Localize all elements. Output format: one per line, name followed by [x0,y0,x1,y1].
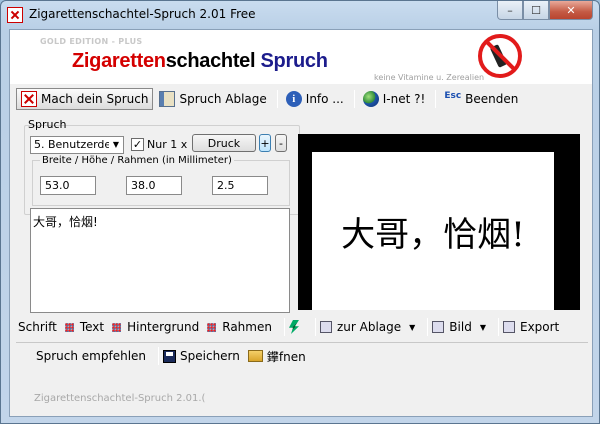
width-field[interactable]: 53.0 [40,176,96,195]
print-button[interactable]: Druck [192,134,256,152]
spruch-group-label: Spruch [28,118,67,131]
toolbar-separator [314,318,316,336]
export-label: Export [519,320,560,334]
menu-label: Beenden [465,92,519,106]
chevron-down-icon[interactable]: ▼ [409,323,415,332]
palette-icon [112,322,122,332]
text-label: Text [79,320,105,334]
plus-button[interactable]: + [259,134,271,152]
image-icon [432,321,445,333]
logo-part-spruch: Spruch [255,50,328,72]
window-title: Zigarettenschachtel-Spruch 2.01 Free [29,7,256,21]
globe-icon [362,91,379,107]
bild-button[interactable]: Bild ▼ [432,320,486,334]
edition-label: GOLD EDITION - PLUS [40,37,143,46]
esc-icon: Esc [444,91,462,101]
toolbar-separator [276,90,278,108]
schrift-label: Schrift [18,320,57,334]
menu-mach-dein-spruch[interactable]: Mach dein Spruch [16,88,154,110]
no-smoking-icon [478,34,522,78]
preview-frame: 大哥，恰烟! [298,134,580,310]
height-field[interactable]: 38.0 [126,176,182,195]
save-button[interactable]: Speichern [163,349,240,363]
main-toolbar: Mach dein Spruch Spruch Ablage i Info ..… [16,88,524,110]
folder-open-icon [247,350,263,362]
floppy-disk-icon [163,349,177,363]
background-color-button[interactable]: Hintergrund [112,320,199,334]
frame-color-button[interactable]: Rahmen [207,320,272,334]
info-icon: i [285,91,302,107]
chevron-down-icon[interactable]: ▼ [480,323,486,332]
dimensions-label: Breite / Höhe / Rahmen (in Millimeter) [40,155,234,166]
menu-label: Spruch Ablage [179,92,267,106]
cigarette-icon [21,91,37,107]
lightning-icon[interactable] [288,320,299,334]
preview-text: 大哥，恰烟! [312,152,554,310]
toolbar-separator [353,90,355,108]
logo-part-schachtel: schachtel [165,50,256,72]
logo-part-zigaretten: Zigaretten [72,50,166,72]
toolbar-separator [158,347,160,365]
toolbar-separator [435,90,437,108]
frame-field[interactable]: 2.5 [212,176,268,195]
minus-button[interactable]: - [275,134,287,152]
archive-icon [319,321,332,333]
bottom-toolbar: Spruch empfehlen Speichern 鑻fnen [36,347,314,365]
minimize-button[interactable]: – [497,1,523,20]
nur-1x-label[interactable]: Nur 1 x [147,138,187,151]
format-toolbar: Schrift Text Hintergrund Rahmen zur Abla… [18,317,592,337]
open-label: 鑻fnen [266,349,306,364]
rahmen-label: Rahmen [222,320,272,334]
zur-ablage-label: zur Ablage [336,320,402,334]
prohibition-slash [484,39,518,73]
nur-1x-checkbox[interactable]: ✓ [131,138,144,151]
preset-select[interactable]: 5. Benutzerdefir ▼ [30,136,124,154]
empfehlen-button[interactable]: Spruch empfehlen [36,349,146,363]
menu-label: I-net ?! [382,92,426,106]
divider [16,342,588,343]
bild-label: Bild [449,320,472,334]
text-color-button[interactable]: Text [64,320,105,334]
menu-label: Info ... [305,92,344,106]
version-label: Zigarettenschachtel-Spruch 2.01.( [34,393,206,404]
empfehlen-label: Spruch empfehlen [36,349,147,363]
tagline: keine Vitamine u. Zerealien [374,73,485,82]
app-icon [7,7,23,23]
menu-label: Mach dein Spruch [41,92,149,106]
palette-icon [64,322,74,332]
menu-info[interactable]: i Info ... [282,88,348,110]
export-icon [502,321,515,333]
spruch-text-input[interactable]: 大哥，恰烟! [30,208,290,313]
app-logo: Zigarettenschachtel Spruch [72,50,328,73]
maximize-button[interactable]: ☐ [523,1,549,20]
toolbar-separator [497,318,499,336]
toolbar-separator [283,318,285,336]
zur-ablage-button[interactable]: zur Ablage ▼ [319,320,415,334]
banner: GOLD EDITION - PLUS Zigarettenschachtel … [10,30,592,84]
palette-icon [207,322,217,332]
title-bar[interactable]: Zigarettenschachtel-Spruch 2.01 Free – ☐… [1,1,599,29]
hintergrund-label: Hintergrund [127,320,200,334]
toolbar-separator [427,318,429,336]
open-button[interactable]: 鑻fnen [247,348,306,365]
chevron-down-icon[interactable]: ▼ [109,137,123,153]
client-area: GOLD EDITION - PLUS Zigarettenschachtel … [9,29,593,417]
app-window: Zigarettenschachtel-Spruch 2.01 Free – ☐… [0,0,600,424]
window-controls: – ☐ ✕ [497,1,593,21]
menu-beenden[interactable]: Esc Beenden [440,88,522,110]
menu-i-net[interactable]: I-net ?! [359,88,430,110]
menu-spruch-ablage[interactable]: Spruch Ablage [155,88,270,110]
book-icon [159,91,176,107]
close-button[interactable]: ✕ [549,1,593,20]
save-label: Speichern [180,349,240,363]
schrift-button[interactable]: Schrift [18,320,57,334]
export-button[interactable]: Export [502,320,560,334]
